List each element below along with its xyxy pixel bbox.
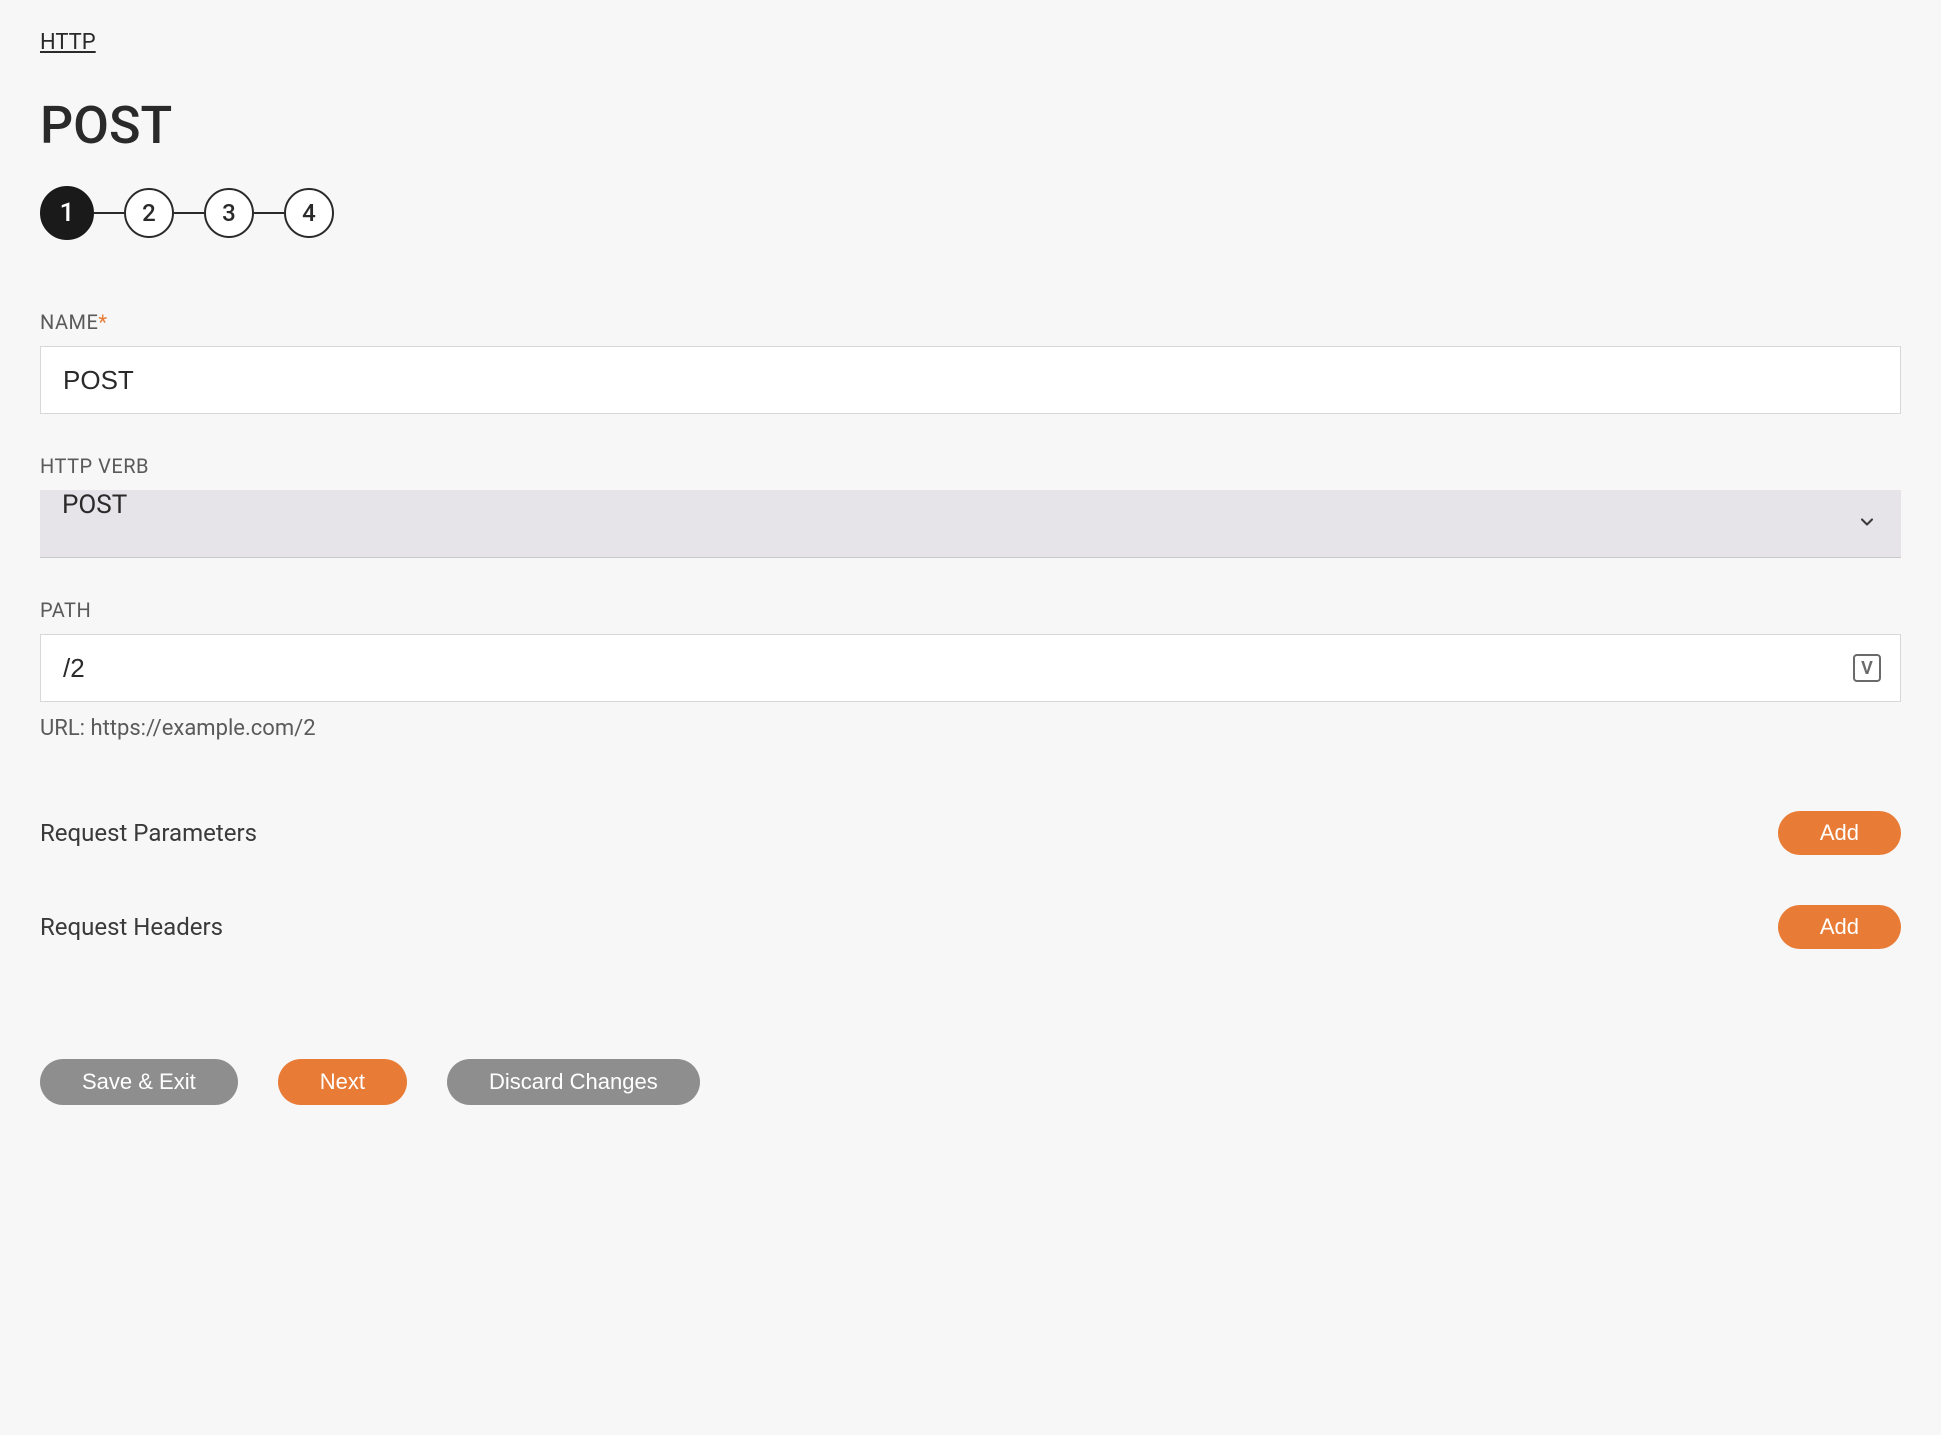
action-button-bar: Save & Exit Next Discard Changes [40,1059,1901,1105]
verb-field-group: HTTP VERB POST [40,454,1901,558]
add-header-button[interactable]: Add [1778,905,1901,949]
verb-label: HTTP VERB [40,454,1901,478]
step-connector [94,212,124,214]
request-parameters-label: Request Parameters [40,819,257,847]
next-button[interactable]: Next [278,1059,407,1105]
step-3[interactable]: 3 [204,188,254,238]
path-input[interactable] [40,634,1901,702]
http-verb-select[interactable]: POST [40,490,1901,558]
wizard-stepper: 1 2 3 4 [40,186,1901,240]
add-parameter-button[interactable]: Add [1778,811,1901,855]
step-connector [254,212,284,214]
name-input[interactable] [40,346,1901,414]
path-field-group: PATH V URL: https://example.com/2 [40,598,1901,741]
request-headers-label: Request Headers [40,913,223,941]
name-field-group: NAME* [40,310,1901,414]
name-label: NAME* [40,310,1901,334]
request-parameters-row: Request Parameters Add [40,811,1901,855]
url-preview: URL: https://example.com/2 [40,716,1901,741]
page-title: POST [40,95,1901,156]
required-indicator: * [98,310,107,334]
step-2[interactable]: 2 [124,188,174,238]
path-label: PATH [40,598,1901,622]
save-exit-button[interactable]: Save & Exit [40,1059,238,1105]
variable-icon[interactable]: V [1853,654,1881,682]
request-headers-row: Request Headers Add [40,905,1901,949]
name-label-text: NAME [40,310,98,334]
discard-changes-button[interactable]: Discard Changes [447,1059,700,1105]
step-1[interactable]: 1 [40,186,94,240]
step-4[interactable]: 4 [284,188,334,238]
breadcrumb-http[interactable]: HTTP [40,30,96,55]
step-connector [174,212,204,214]
